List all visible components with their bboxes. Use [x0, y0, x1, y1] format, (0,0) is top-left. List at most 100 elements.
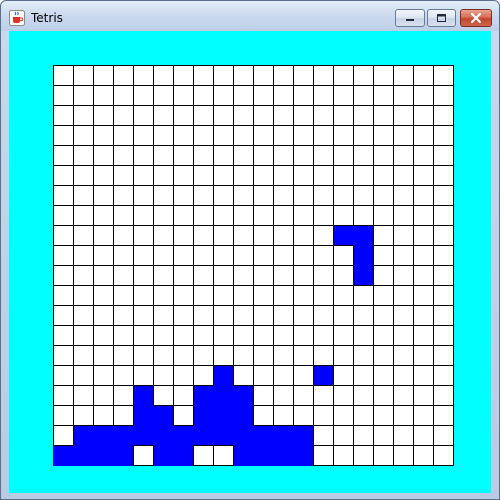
board-cell	[413, 245, 434, 266]
board-cell	[433, 205, 454, 226]
board-cell	[73, 405, 94, 426]
board-cell	[93, 285, 114, 306]
tetris-board[interactable]	[53, 65, 454, 466]
board-cell	[353, 365, 374, 386]
board-cell	[153, 305, 174, 326]
locked-block	[73, 425, 94, 446]
board-cell	[273, 285, 294, 306]
board-cell	[373, 125, 394, 146]
locked-block	[193, 405, 214, 426]
board-cell	[373, 245, 394, 266]
board-cell	[353, 385, 374, 406]
falling-block	[353, 265, 374, 286]
board-cell	[113, 85, 134, 106]
board-cell	[293, 165, 314, 186]
board-cell	[393, 85, 414, 106]
board-cell	[293, 105, 314, 126]
board-cell	[193, 65, 214, 86]
board-cell	[213, 165, 234, 186]
board-cell	[93, 205, 114, 226]
board-cell	[93, 385, 114, 406]
board-cell	[233, 365, 254, 386]
board-cell	[413, 185, 434, 206]
board-cell	[373, 385, 394, 406]
minimize-button[interactable]	[395, 9, 425, 27]
board-cell	[433, 305, 454, 326]
locked-block	[153, 405, 174, 426]
board-cell	[193, 245, 214, 266]
board-cell	[413, 205, 434, 226]
board-cell	[393, 285, 414, 306]
board-cell	[53, 325, 74, 346]
board-cell	[393, 345, 414, 366]
board-cell	[393, 225, 414, 246]
board-cell	[73, 265, 94, 286]
board-cell	[333, 145, 354, 166]
board-cell	[373, 205, 394, 226]
falling-block	[333, 225, 354, 246]
board-cell	[273, 325, 294, 346]
board-cell	[173, 65, 194, 86]
board-cell	[253, 65, 274, 86]
board-cell	[53, 105, 74, 126]
board-cell	[233, 285, 254, 306]
board-cell	[153, 285, 174, 306]
board-cell	[333, 105, 354, 126]
board-cell	[373, 225, 394, 246]
maximize-icon	[437, 14, 446, 22]
board-cell	[93, 185, 114, 206]
board-cell	[353, 145, 374, 166]
board-cell	[173, 225, 194, 246]
board-cell	[133, 165, 154, 186]
board-cell	[73, 365, 94, 386]
board-cell	[113, 325, 134, 346]
locked-block	[213, 385, 234, 406]
board-cell	[273, 165, 294, 186]
board-cell	[413, 105, 434, 126]
board-cell	[373, 325, 394, 346]
board-cell	[373, 105, 394, 126]
board-cell	[273, 65, 294, 86]
close-button[interactable]	[460, 9, 492, 27]
board-cell	[313, 105, 334, 126]
board-cell	[193, 305, 214, 326]
locked-block	[193, 425, 214, 446]
board-cell	[133, 205, 154, 226]
maximize-button[interactable]	[427, 9, 456, 27]
board-cell	[53, 205, 74, 226]
board-cell	[273, 405, 294, 426]
board-cell	[393, 165, 414, 186]
board-cell	[273, 305, 294, 326]
board-cell	[73, 305, 94, 326]
board-cell	[433, 105, 454, 126]
board-cell	[293, 85, 314, 106]
board-cell	[53, 385, 74, 406]
board-cell	[433, 185, 454, 206]
board-cell	[433, 325, 454, 346]
falling-block	[353, 225, 374, 246]
board-cell	[233, 345, 254, 366]
locked-block	[173, 425, 194, 446]
board-cell	[233, 125, 254, 146]
locked-block	[313, 365, 334, 386]
board-cell	[433, 345, 454, 366]
locked-block	[93, 445, 114, 466]
board-cell	[373, 285, 394, 306]
locked-block	[113, 425, 134, 446]
board-cell	[413, 345, 434, 366]
board-cell	[233, 305, 254, 326]
title-bar[interactable]: Tetris	[1, 1, 499, 31]
board-cell	[173, 125, 194, 146]
board-cell	[433, 385, 454, 406]
board-cell	[193, 265, 214, 286]
board-cell	[173, 265, 194, 286]
board-cell	[153, 265, 174, 286]
board-cell	[333, 345, 354, 366]
board-cell	[113, 125, 134, 146]
board-cell	[373, 65, 394, 86]
board-cell	[413, 165, 434, 186]
board-cell	[313, 85, 334, 106]
board-cell	[173, 325, 194, 346]
board-cell	[353, 445, 374, 466]
board-cell	[193, 85, 214, 106]
